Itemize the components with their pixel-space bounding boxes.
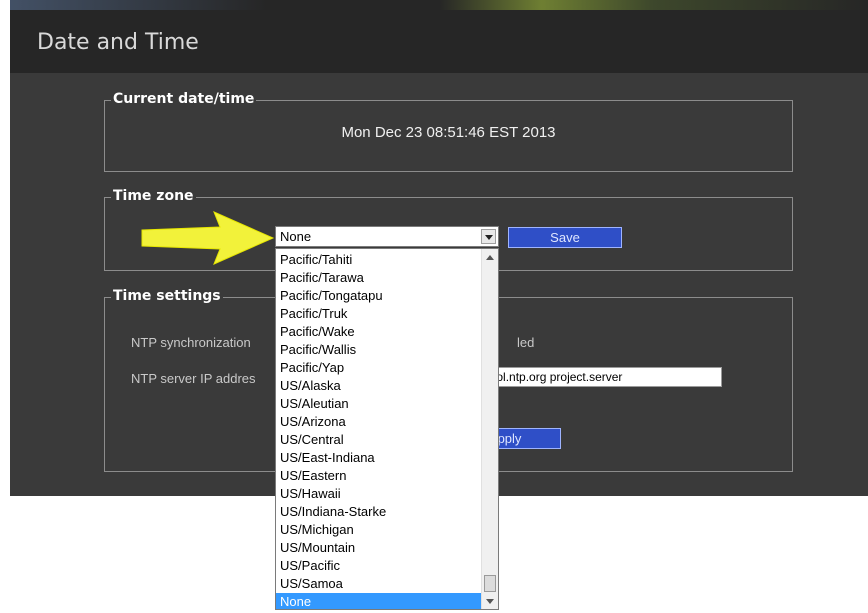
timezone-options: Pacific/Tahiti Pacific/Tarawa Pacific/Tong… (276, 251, 481, 609)
chevron-down-icon[interactable] (481, 229, 496, 244)
annotation-arrow-icon (141, 211, 275, 265)
save-button[interactable]: Save (508, 227, 622, 248)
scrollbar-thumb[interactable] (484, 575, 496, 592)
timezone-option[interactable]: Pacific/Tarawa (276, 269, 481, 287)
timezone-option[interactable]: US/Michigan (276, 521, 481, 539)
timezone-option[interactable]: US/Aleutian (276, 395, 481, 413)
timezone-option[interactable]: US/East-Indiana (276, 449, 481, 467)
timezone-option[interactable]: Pacific/Yap (276, 359, 481, 377)
timezone-option[interactable]: None (276, 593, 481, 609)
timezone-option[interactable]: US/Samoa (276, 575, 481, 593)
timezone-select[interactable]: None (275, 226, 499, 247)
time-settings-legend: Time settings (111, 288, 223, 304)
timezone-option[interactable]: US/Alaska (276, 377, 481, 395)
current-datetime-legend: Current date/time (111, 91, 257, 107)
timezone-option[interactable]: Pacific/Wake (276, 323, 481, 341)
timezone-option[interactable]: Pacific/Truk (276, 305, 481, 323)
timezone-option[interactable]: US/Arizona (276, 413, 481, 431)
header-glow (10, 0, 868, 10)
scroll-down-icon[interactable] (486, 599, 494, 604)
timezone-option[interactable]: US/Indiana-Starke (276, 503, 481, 521)
timezone-option[interactable]: Pacific/Wallis (276, 341, 481, 359)
ntp-sync-label: NTP synchronization (131, 335, 251, 350)
timezone-option[interactable]: US/Eastern (276, 467, 481, 485)
dropdown-scrollbar[interactable] (481, 249, 498, 609)
timezone-legend: Time zone (111, 188, 196, 204)
timezone-option[interactable]: US/Central (276, 431, 481, 449)
ntp-server-label: NTP server IP addres (131, 371, 256, 386)
timezone-option[interactable]: US/Pacific (276, 557, 481, 575)
scroll-up-icon[interactable] (486, 255, 494, 260)
ntp-sync-status: led (517, 335, 535, 350)
timezone-dropdown-list[interactable]: Pacific/Tahiti Pacific/Tarawa Pacific/Tong… (275, 248, 499, 610)
timezone-option[interactable]: US/Mountain (276, 539, 481, 557)
timezone-option[interactable]: US/Hawaii (276, 485, 481, 503)
timezone-option[interactable]: Pacific/Tahiti (276, 251, 481, 269)
timezone-option[interactable]: Pacific/Tongatapu (276, 287, 481, 305)
current-datetime-group: Current date/time Mon Dec 23 08:51:46 ES… (104, 91, 793, 172)
timezone-selected-value: None (280, 229, 312, 244)
current-datetime-value: Mon Dec 23 08:51:46 EST 2013 (341, 124, 556, 141)
page-title: Date and Time (37, 30, 199, 55)
page-header: Date and Time (10, 0, 868, 73)
